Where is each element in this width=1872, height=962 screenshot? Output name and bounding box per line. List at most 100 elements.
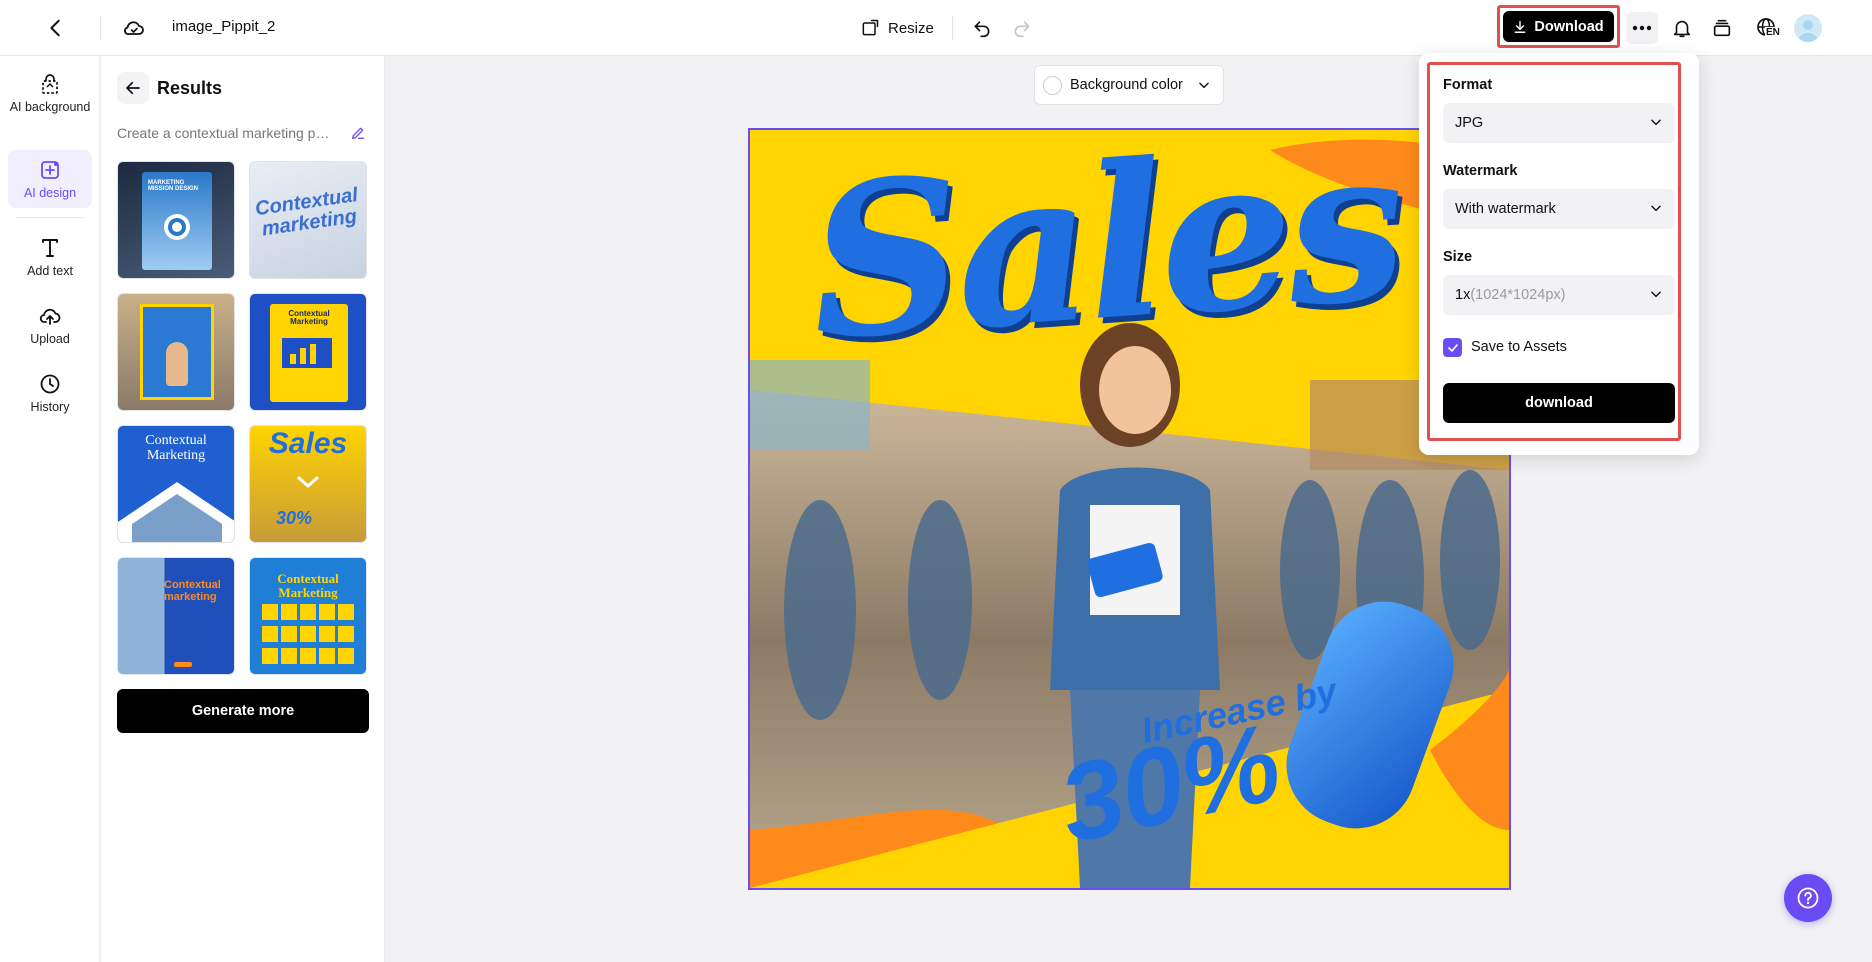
format-label: Format: [1443, 77, 1493, 93]
chevron-down-icon: [1651, 291, 1661, 298]
size-label: Size: [1443, 249, 1473, 265]
undo-icon: [974, 21, 990, 38]
panel-title: Results: [157, 78, 223, 98]
size-detail: (1024*1024px): [1470, 287, 1566, 303]
thumbnail-caption: Contextual Marketing: [145, 433, 207, 463]
ai-design-icon: [41, 161, 59, 179]
divider: [952, 16, 953, 40]
pencil-icon: [352, 127, 364, 139]
generate-more-button[interactable]: Generate more: [117, 689, 369, 733]
divider: [100, 16, 101, 40]
file-name[interactable]: image_Pippit_2025: [172, 18, 276, 35]
result-thumbnail-4[interactable]: Contextual Marketing: [249, 293, 367, 411]
stack-icon: [1713, 19, 1731, 37]
download-icon: [1514, 20, 1526, 33]
result-thumbnail-2[interactable]: Contextual marketing: [249, 161, 367, 279]
download-label: Download: [1534, 18, 1604, 35]
confirm-download-button[interactable]: download: [1443, 383, 1675, 423]
watermark-value: With watermark: [1455, 201, 1556, 217]
format-select[interactable]: JPG: [1443, 103, 1675, 143]
history-clock-icon: [40, 374, 60, 394]
design-canvas-poster[interactable]: Sales Increase by 30%: [748, 128, 1511, 890]
cloud-sync-icon[interactable]: [120, 14, 148, 42]
rail-item-history[interactable]: History: [8, 364, 92, 415]
thumbnail-caption: MARKETING MISSION DESIGN: [148, 180, 199, 193]
building-graphic-icon: [118, 482, 234, 542]
chevron-down-icon: [1651, 205, 1661, 212]
language-button[interactable]: EN: [1750, 14, 1784, 42]
thumbnail-caption: Contextual Marketing: [288, 309, 330, 327]
divider: [16, 217, 84, 218]
more-dots-icon: [1632, 25, 1652, 31]
size-value: 1x: [1455, 287, 1471, 303]
checkmark-icon: [1447, 343, 1458, 352]
notifications-button[interactable]: [1668, 14, 1696, 42]
resize-icon: [862, 19, 879, 36]
upload-cloud-icon: [39, 308, 61, 325]
rail-label: History: [30, 400, 70, 414]
ai-background-icon: [42, 74, 58, 94]
size-select[interactable]: 1x (1024*1024px): [1443, 275, 1675, 315]
help-button[interactable]: [1784, 874, 1832, 922]
save-to-assets-checkbox[interactable]: [1443, 338, 1462, 357]
top-bar: image_Pippit_2025 Resize Download EN: [0, 0, 1872, 56]
rail-item-add-text[interactable]: Add text: [8, 228, 92, 279]
rail-label: Add text: [27, 264, 73, 278]
target-graphic-icon: [164, 214, 190, 240]
redo-button[interactable]: [1008, 14, 1036, 42]
result-thumbnail-6[interactable]: Sales 30%: [249, 425, 367, 543]
arrow-left-icon: [126, 81, 140, 95]
chevron-down-icon: [1199, 82, 1209, 89]
rail-item-ai-design[interactable]: AI design: [8, 150, 92, 208]
result-thumbnail-8[interactable]: Contextual Marketing: [249, 557, 367, 675]
edit-prompt-button[interactable]: [347, 122, 369, 144]
language-code: EN: [1765, 27, 1781, 38]
results-back-button[interactable]: [117, 72, 149, 104]
prompt-text: Create a contextual marketing poster: [117, 125, 333, 141]
rail-item-upload[interactable]: Upload: [8, 296, 92, 347]
rail-label: AI background: [9, 100, 91, 114]
poster-headline: Sales: [802, 128, 1408, 388]
undo-button[interactable]: [968, 14, 996, 42]
thumbnail-caption: Contextual marketing: [253, 184, 360, 241]
save-to-assets-label[interactable]: Save to Assets: [1471, 339, 1567, 355]
tool-rail: AI background AI design Add text Upload …: [0, 56, 100, 962]
back-button[interactable]: [42, 14, 70, 42]
bell-icon: [1673, 20, 1691, 38]
background-color-button[interactable]: Background color: [1034, 65, 1224, 105]
result-thumbnail-5[interactable]: Contextual Marketing: [117, 425, 235, 543]
watermark-select[interactable]: With watermark: [1443, 189, 1675, 229]
avatar[interactable]: [1794, 14, 1822, 42]
format-value: JPG: [1455, 115, 1484, 131]
result-thumbnail-3[interactable]: [117, 293, 235, 411]
thumbnail-caption: Contextual Marketing: [277, 571, 339, 600]
rail-label: AI design: [23, 186, 77, 200]
chevron-down-icon: [1651, 119, 1661, 126]
result-thumbnail-7[interactable]: Contextual marketing: [117, 557, 235, 675]
product-grid-graphic-icon: [262, 604, 354, 664]
download-options-popover: Format JPG Watermark With watermark Size…: [1419, 53, 1699, 455]
redo-icon: [1014, 21, 1030, 38]
user-avatar-icon: [1798, 20, 1818, 42]
resize-button[interactable]: Resize: [860, 14, 934, 42]
download-highlight: Download: [1497, 5, 1620, 48]
question-mark-icon: [1797, 887, 1819, 909]
assets-button[interactable]: [1708, 14, 1736, 42]
rail-label: Upload: [30, 332, 70, 346]
watermark-label: Watermark: [1443, 163, 1518, 179]
result-thumbnail-1[interactable]: MARKETING MISSION DESIGN: [117, 161, 235, 279]
more-options-button[interactable]: [1626, 12, 1658, 44]
rail-item-ai-background[interactable]: AI background: [8, 64, 92, 115]
check-icon: [297, 476, 319, 488]
resize-label: Resize: [888, 19, 934, 37]
color-swatch: [1043, 75, 1062, 95]
chevron-left-icon: [50, 19, 60, 37]
results-panel: Results Create a contextual marketing po…: [101, 56, 385, 962]
background-color-label: Background color: [1070, 77, 1183, 93]
thumbnail-caption: Contextual marketing: [164, 579, 221, 603]
bar-chart-graphic-icon: [282, 338, 332, 368]
download-button[interactable]: Download: [1503, 11, 1614, 42]
thumbnail-caption: Sales: [268, 427, 348, 460]
thumbnail-percent: 30%: [276, 508, 313, 528]
text-icon: [42, 239, 58, 257]
